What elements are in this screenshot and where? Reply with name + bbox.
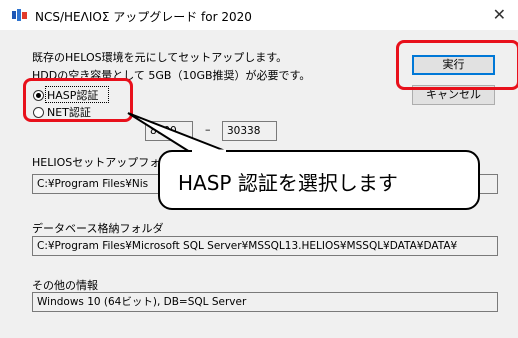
setup-folder-field[interactable]: C:¥Program Files¥Nis <box>32 174 172 194</box>
port-from-field[interactable]: 8000 <box>145 121 193 141</box>
other-info-field[interactable]: Windows 10 (64ビット), DB=SQL Server <box>32 292 498 312</box>
setup-folder-label: HELIOSセットアップフォル <box>32 156 172 169</box>
db-folder-field[interactable]: C:¥Program Files¥Microsoft SQL Server¥MS… <box>32 236 498 256</box>
dialog-window: NCS/HEΛIOΣ アップグレード for 2020 ✕ 既存のHELOS環境… <box>0 0 518 338</box>
intro-line-1: 既存のHELOS環境を元にしてセットアップします。 <box>32 51 288 64</box>
app-icon <box>12 9 27 21</box>
db-folder-label: データベース格納フォルダ <box>32 222 164 235</box>
callout-text: HASP 認証を選択します <box>178 171 398 195</box>
run-highlight-box <box>396 40 518 90</box>
hasp-highlight-box <box>23 78 133 122</box>
close-icon[interactable]: ✕ <box>493 5 506 24</box>
title-bar: NCS/HEΛIOΣ アップグレード for 2020 ✕ <box>0 0 518 30</box>
port-to-field[interactable]: 30338 <box>222 121 277 141</box>
other-info-label: その他の情報 <box>32 279 98 292</box>
window-title: NCS/HEΛIOΣ アップグレード for 2020 <box>35 10 252 24</box>
port-separator: – <box>205 123 211 136</box>
